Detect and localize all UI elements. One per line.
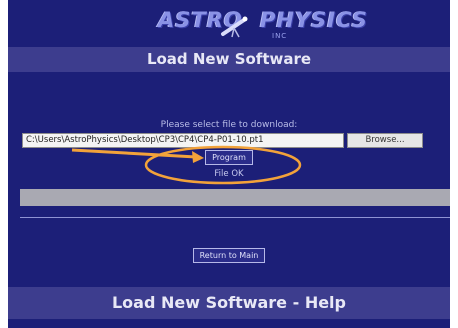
divider (20, 217, 450, 218)
help-title: Load New Software - Help (8, 287, 450, 319)
logo-word-physics: PHYSICS (260, 8, 368, 32)
arrow-head-icon (192, 151, 204, 163)
browse-button[interactable]: Browse... (347, 133, 423, 148)
return-to-main-button[interactable]: Return to Main (193, 248, 265, 263)
program-button[interactable]: Program (205, 150, 253, 165)
app-window: ASTRO PHYSICS INC Load New Software Plea… (8, 0, 450, 328)
file-path-field[interactable]: C:\Users\AstroPhysics\Desktop\CP3\CP4\CP… (22, 133, 344, 148)
logo-subtext: INC (272, 32, 288, 40)
telescope-icon (220, 14, 250, 42)
page-title: Load New Software (8, 47, 450, 72)
file-status-text: File OK (214, 169, 244, 179)
arrow-shaft (71, 148, 197, 159)
brand-logo: ASTRO PHYSICS INC (8, 6, 450, 44)
file-select-prompt: Please select file to download: (160, 120, 298, 130)
progress-bar (20, 189, 450, 206)
